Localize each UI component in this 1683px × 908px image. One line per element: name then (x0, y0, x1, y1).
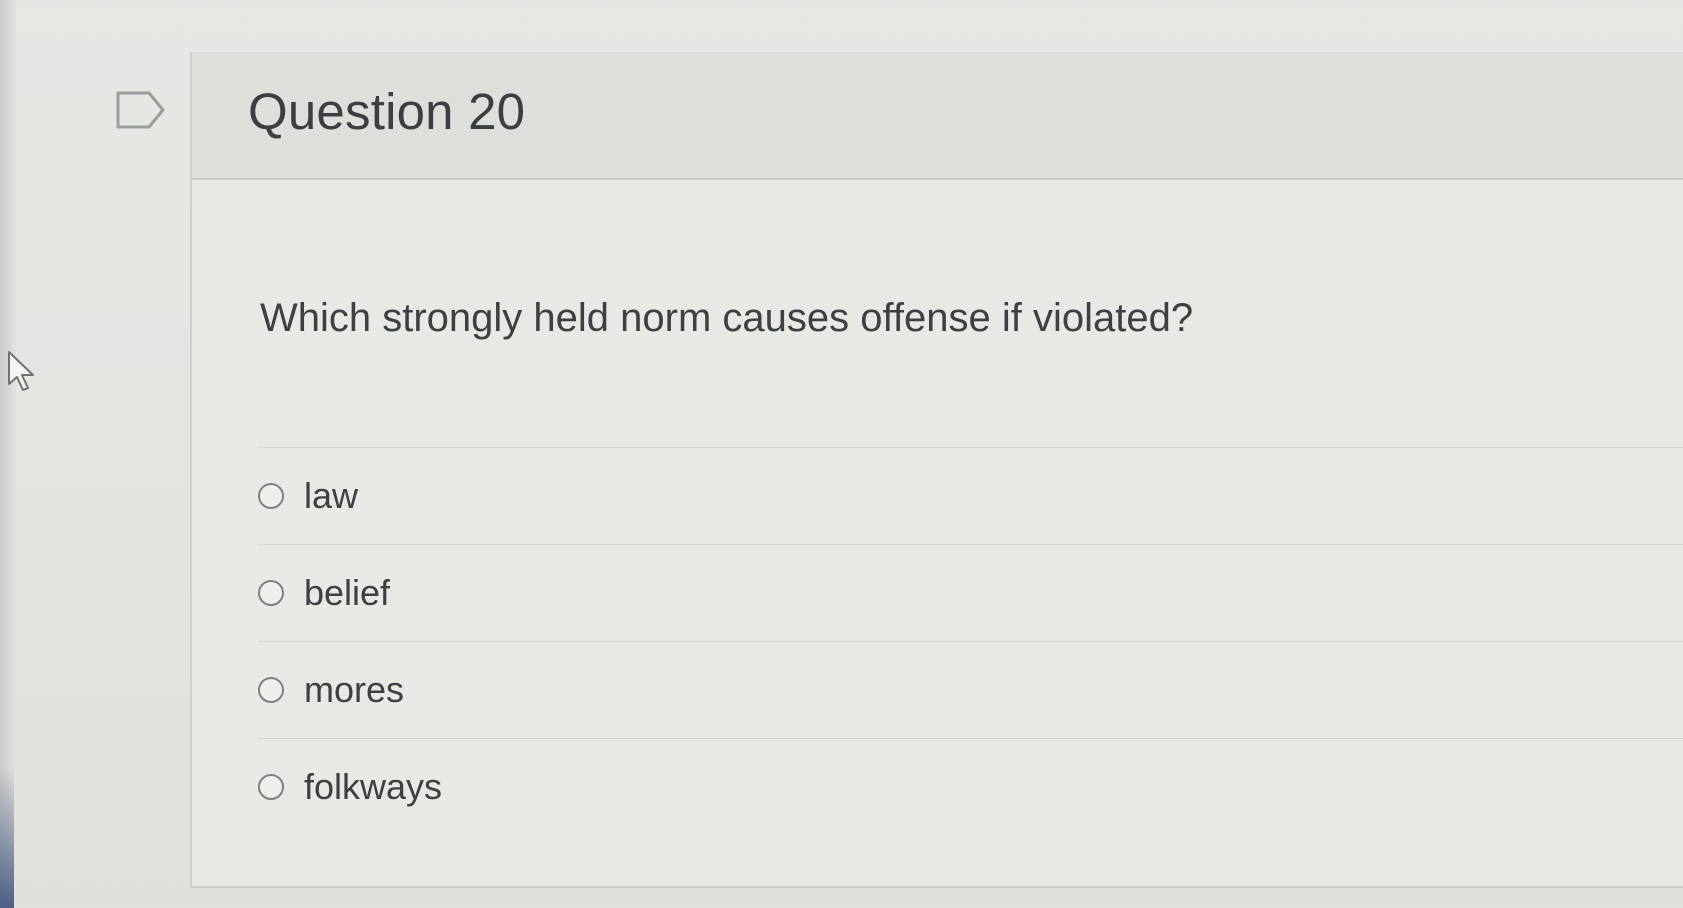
flag-question-icon[interactable] (115, 90, 167, 130)
answer-label: mores (304, 669, 405, 710)
card-bottom-border (192, 886, 1683, 888)
screen-edge (0, 0, 16, 908)
answer-label: folkways (304, 766, 443, 807)
answer-option-law[interactable]: law (258, 448, 1683, 544)
question-card: Question 20 Which strongly held norm cau… (190, 52, 1683, 888)
radio-button[interactable] (258, 483, 284, 509)
answer-option-belief[interactable]: belief (258, 545, 1683, 641)
pointer-cursor-icon (6, 350, 40, 400)
question-text: Which strongly held norm causes offense … (260, 296, 1194, 340)
answer-label: law (304, 475, 359, 516)
screen-edge-glow (0, 768, 14, 908)
answer-list: law belief mores folkways (258, 447, 1683, 835)
radio-button[interactable] (258, 677, 284, 703)
question-title: Question 20 (248, 83, 526, 140)
radio-button[interactable] (258, 774, 284, 800)
answer-label: belief (304, 572, 391, 613)
answer-option-folkways[interactable]: folkways (258, 739, 1683, 835)
question-header: Question 20 (192, 52, 1683, 180)
answer-option-mores[interactable]: mores (258, 642, 1683, 738)
radio-button[interactable] (258, 580, 284, 606)
